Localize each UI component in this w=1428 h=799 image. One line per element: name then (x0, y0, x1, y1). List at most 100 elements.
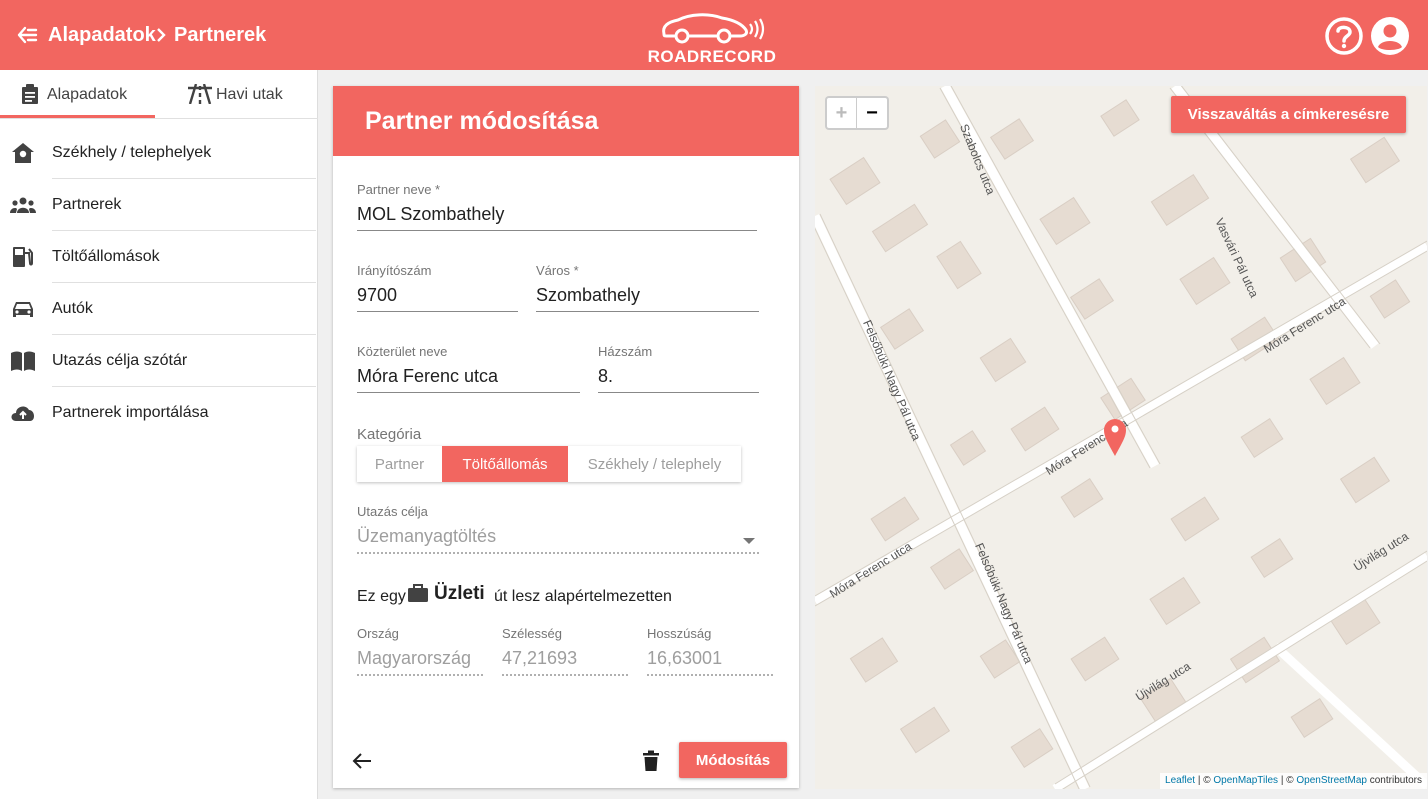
dropdown-arrow-icon[interactable] (743, 538, 755, 544)
trash-icon[interactable] (641, 750, 661, 772)
field-underline (357, 230, 757, 231)
street-value[interactable]: Móra Ferenc utca (357, 366, 498, 387)
attribution-text: | © (1195, 775, 1214, 786)
business-line-prefix: Ez egy (357, 588, 406, 605)
sidebar-item-label: Autók (52, 300, 93, 317)
field-label: Város * (536, 263, 579, 278)
sidebar-item-utazas-celja[interactable]: Utazás célja szótár (0, 335, 318, 387)
field-underline (598, 392, 759, 393)
breadcrumb-partnerek: Partnerek (174, 24, 267, 46)
home-pin-icon (12, 143, 34, 163)
tabs-divider (0, 118, 318, 119)
sidebar-item-toltoallomasok[interactable]: Töltőállomások (0, 231, 318, 283)
category-headquarters-button[interactable]: Székhely / telephely (568, 446, 741, 482)
zoom-control: + − (825, 96, 889, 130)
tab-havi-utak-label: Havi utak (216, 86, 283, 103)
car-icon (13, 302, 33, 317)
longitude-field: Hosszúság 16,63001 (647, 626, 773, 678)
fuel-pump-icon (13, 247, 33, 267)
field-label: Hosszúság (647, 626, 712, 641)
sidebar-item-partnerek[interactable]: Partnerek (0, 179, 318, 231)
breadcrumb-alapadatok[interactable]: Alapadatok (48, 24, 156, 47)
field-underline (536, 311, 759, 312)
card-header: Partner módosítása (333, 86, 799, 156)
field-label: Házszám (598, 344, 653, 359)
field-underline (502, 674, 628, 676)
sidebar-item-szekhely[interactable]: Székhely / telephelyek (0, 127, 318, 179)
roadrecord-logo[interactable]: ROADRECORD (642, 8, 782, 66)
people-icon (10, 197, 36, 213)
field-label: Irányítószám (357, 263, 432, 278)
top-app-bar: Alapadatok Partnerek ROADRECORD (0, 0, 1428, 70)
latitude-field: Szélesség 47,21693 (502, 626, 628, 678)
tab-alapadatok-label: Alapadatok (47, 86, 128, 103)
sidebar-item-label: Töltőállomások (52, 248, 160, 265)
leaflet-link[interactable]: Leaflet (1165, 775, 1195, 786)
longitude-value: 16,63001 (647, 648, 723, 668)
city-value[interactable]: Szombathely (536, 285, 640, 306)
chevron-right-icon (157, 28, 166, 42)
street-field[interactable]: Közterület neve Móra Ferenc utca (357, 344, 580, 396)
field-underline (357, 392, 580, 393)
openmaptiles-link[interactable]: OpenMapTiles (1213, 775, 1278, 786)
zip-value[interactable]: 9700 (357, 285, 397, 306)
field-underline (647, 674, 773, 676)
back-arrow-icon[interactable] (351, 750, 373, 772)
briefcase-icon (408, 584, 428, 602)
house-number-value[interactable]: 8. (598, 366, 613, 387)
book-icon (11, 351, 35, 371)
account-icon[interactable] (1370, 16, 1410, 56)
zip-field[interactable]: Irányítószám 9700 (357, 263, 518, 315)
field-label: Utazás célja (357, 504, 428, 519)
attribution-text: contributors (1366, 775, 1422, 786)
card-title: Partner módosítása (365, 107, 599, 135)
field-label: Ország (357, 626, 399, 641)
field-label: Közterület neve (357, 344, 448, 359)
purpose-value[interactable]: Üzemanyagtöltés (357, 526, 496, 547)
category-toggle-group: Partner Töltőállomás Székhely / telephel… (357, 446, 741, 482)
partner-name-field[interactable]: Partner neve * MOL Szombathely (357, 182, 757, 234)
road-icon (188, 84, 212, 104)
zoom-in-button[interactable]: + (827, 98, 857, 128)
business-type: Üzleti (434, 583, 485, 604)
field-label: Szélesség (502, 626, 562, 641)
field-underline (357, 311, 518, 312)
help-icon[interactable] (1324, 16, 1364, 56)
category-label: Kategória (357, 426, 422, 443)
sidebar-item-partnerek-importalasa[interactable]: Partnerek importálása (0, 387, 318, 439)
tab-havi-utak[interactable]: Havi utak (163, 70, 318, 118)
city-field[interactable]: Város * Szombathely (536, 263, 759, 315)
field-underline (357, 674, 483, 676)
house-number-field[interactable]: Házszám 8. (598, 344, 759, 396)
clipboard-icon (22, 84, 38, 104)
sidebar: Alapadatok Havi utak Székhely / telephel… (0, 70, 318, 799)
country-field: Ország Magyarország (357, 626, 483, 678)
sidebar-item-label: Utazás célja szótár (52, 352, 188, 369)
car-logo-icon (662, 13, 765, 44)
map[interactable]: Szabolcs utca Vasvári Pál utca Móra Fere… (815, 86, 1427, 789)
category-fuel-station-button[interactable]: Töltőállomás (442, 446, 568, 482)
field-underline (357, 552, 759, 554)
latitude-value: 47,21693 (502, 648, 578, 668)
purpose-select[interactable]: Utazás célja Üzemanyagtöltés (357, 504, 759, 556)
modify-button[interactable]: Módosítás (679, 742, 787, 778)
attribution-text: | © (1278, 775, 1297, 786)
logo-text: ROADRECORD (647, 47, 777, 66)
map-attribution: Leaflet | © OpenMapTiles | © OpenStreetM… (1160, 773, 1427, 789)
business-line-suffix: út lesz alapértelmezetten (494, 588, 672, 605)
sidebar-item-label: Székhely / telephelyek (52, 144, 212, 161)
zoom-out-button[interactable]: − (857, 98, 887, 128)
tab-alapadatok[interactable]: Alapadatok (0, 70, 155, 118)
partner-edit-card: Partner módosítása Partner neve * MOL Sz… (333, 86, 799, 788)
openstreetmap-link[interactable]: OpenStreetMap (1296, 775, 1367, 786)
sidebar-item-autok[interactable]: Autók (0, 283, 318, 335)
switch-to-address-search-button[interactable]: Visszaváltás a címkeresésre (1171, 96, 1406, 133)
field-label: Partner neve * (357, 182, 441, 197)
partner-name-value[interactable]: MOL Szombathely (357, 204, 504, 225)
back-arrow-icon[interactable] (16, 24, 38, 46)
country-value: Magyarország (357, 648, 472, 668)
category-partner-button[interactable]: Partner (357, 446, 442, 482)
sidebar-item-label: Partnerek importálása (52, 404, 209, 421)
map-marker-icon[interactable] (1102, 417, 1128, 457)
cloud-upload-icon (11, 406, 35, 421)
